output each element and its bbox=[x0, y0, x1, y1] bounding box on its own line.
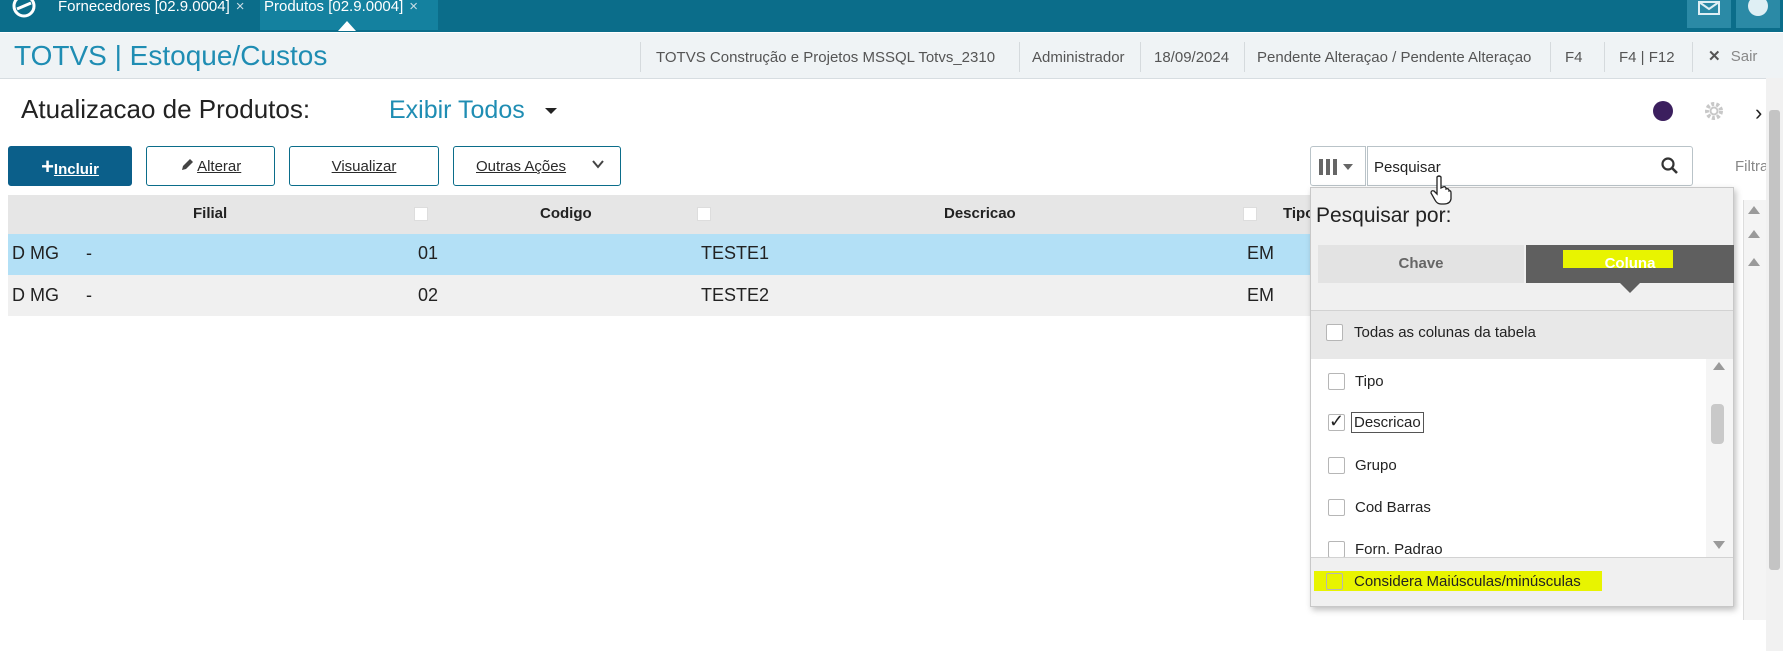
column-label: Grupo bbox=[1355, 457, 1397, 474]
table-row[interactable] bbox=[8, 275, 1320, 316]
cell-codigo: 01 bbox=[418, 243, 439, 263]
column-toggle-button[interactable] bbox=[1310, 146, 1366, 186]
header-divider bbox=[640, 42, 641, 72]
scroll-up-icon[interactable] bbox=[1748, 206, 1760, 214]
search-icon[interactable] bbox=[1660, 156, 1680, 176]
columns-icon bbox=[1319, 159, 1353, 175]
header-divider bbox=[1692, 42, 1693, 72]
alterar-button[interactable]: Alterar bbox=[146, 146, 275, 186]
sort-arrow-icon[interactable] bbox=[1243, 207, 1257, 221]
sort-arrow-icon[interactable] bbox=[414, 207, 428, 221]
case-sensitive-checkbox[interactable] bbox=[1326, 573, 1343, 590]
cell-filial: D MG bbox=[12, 285, 59, 305]
scroll-down-icon[interactable] bbox=[1713, 541, 1725, 549]
header-divider bbox=[1244, 42, 1245, 72]
mail-button[interactable] bbox=[1687, 0, 1731, 28]
page-scrollbar-thumb[interactable] bbox=[1769, 110, 1780, 570]
cell-descricao: TESTE2 bbox=[701, 285, 770, 305]
app-title: TOTVS | Estoque/Custos bbox=[14, 40, 328, 71]
tab-fornecedores[interactable]: Fornecedores [02.9.0004] × bbox=[52, 0, 251, 22]
scroll-up-icon[interactable] bbox=[1748, 230, 1760, 238]
tab-coluna-label: Coluna bbox=[1604, 255, 1656, 272]
case-sensitive-label: Considera Maiúsculas/minúsculas bbox=[1354, 573, 1581, 590]
column-checkbox-cod-barras[interactable] bbox=[1328, 499, 1345, 516]
cell-descricao: TESTE1 bbox=[701, 243, 770, 263]
sort-arrow-icon[interactable] bbox=[697, 207, 711, 221]
visualizar-button[interactable]: Visualizar bbox=[289, 146, 439, 186]
header-shortcut-f4[interactable]: F4 bbox=[1565, 49, 1583, 66]
plus-icon: + bbox=[41, 154, 54, 179]
column-checkbox-tipo[interactable] bbox=[1328, 373, 1345, 390]
search-input[interactable] bbox=[1374, 156, 1654, 178]
scroll-up-icon[interactable] bbox=[1748, 258, 1760, 266]
header-user[interactable]: Administrador bbox=[1032, 49, 1125, 66]
active-tab-indicator bbox=[1620, 283, 1640, 293]
close-icon: ✕ bbox=[1708, 48, 1721, 65]
header-date[interactable]: 18/09/2024 bbox=[1154, 49, 1229, 66]
column-checkbox-forn-padrao[interactable] bbox=[1328, 541, 1345, 558]
status-indicator-icon[interactable] bbox=[1653, 101, 1673, 121]
alterar-label: Alterar bbox=[197, 158, 242, 175]
header-divider bbox=[1140, 42, 1141, 72]
column-header-descricao[interactable]: Descricao bbox=[944, 205, 1016, 222]
header-shortcut-f4-f12[interactable]: F4 | F12 bbox=[1619, 49, 1675, 66]
header-company[interactable]: TOTVS Construção e Projetos MSSQL Totvs_… bbox=[656, 49, 995, 66]
header-divider bbox=[1550, 42, 1551, 72]
hand-cursor-icon bbox=[1430, 175, 1452, 205]
column-label: Forn. Padrao bbox=[1355, 541, 1443, 558]
column-checkbox-grupo[interactable] bbox=[1328, 457, 1345, 474]
outras-acoes-label: Outras Ações bbox=[476, 158, 567, 175]
cell-separator: - bbox=[86, 243, 92, 263]
column-list-scrollbar[interactable] bbox=[1706, 359, 1733, 557]
table-row[interactable] bbox=[8, 234, 1320, 275]
view-filter-select[interactable]: Exibir Todos bbox=[389, 96, 525, 125]
cell-separator: - bbox=[86, 285, 92, 305]
cell-tipo: EM bbox=[1247, 243, 1274, 263]
header-divider bbox=[1604, 42, 1605, 72]
all-columns-label: Todas as colunas da tabela bbox=[1354, 324, 1536, 341]
cell-codigo: 02 bbox=[418, 285, 439, 305]
page-title: Atualizacao de Produtos: bbox=[21, 94, 311, 124]
exit-button[interactable]: ✕ Sair bbox=[1708, 47, 1757, 65]
incluir-button[interactable]: +Incluir bbox=[8, 146, 132, 186]
tab-label: Produtos [02.9.0004] bbox=[264, 0, 404, 15]
close-icon[interactable]: › bbox=[1755, 100, 1762, 126]
tab-chave[interactable]: Chave bbox=[1318, 245, 1524, 283]
cell-filial: D MG bbox=[12, 243, 59, 263]
scroll-up-icon[interactable] bbox=[1713, 362, 1725, 370]
column-label: Descricao bbox=[1351, 412, 1424, 433]
close-tab-icon[interactable]: × bbox=[409, 0, 418, 15]
column-label: Cod Barras bbox=[1355, 499, 1431, 516]
filter-label[interactable]: Filtra bbox=[1735, 158, 1768, 175]
chevron-down-icon[interactable] bbox=[592, 158, 604, 170]
cell-tipo: EM bbox=[1247, 285, 1274, 305]
chevron-down-icon[interactable] bbox=[545, 108, 557, 114]
scrollbar-thumb[interactable] bbox=[1711, 404, 1724, 444]
panel-title: Pesquisar por: bbox=[1316, 204, 1452, 227]
help-icon bbox=[1748, 0, 1768, 16]
checkmark-icon: ✓ bbox=[1329, 411, 1345, 431]
mail-icon bbox=[1698, 1, 1720, 15]
active-tab-indicator bbox=[338, 21, 356, 31]
column-label: Tipo bbox=[1355, 373, 1384, 390]
header-divider bbox=[1019, 42, 1020, 72]
app-logo-icon[interactable] bbox=[8, 0, 40, 22]
gear-icon[interactable] bbox=[1703, 100, 1725, 122]
tab-label: Fornecedores [02.9.0004] bbox=[58, 0, 230, 15]
incluir-label: Incluir bbox=[53, 161, 99, 178]
help-button[interactable] bbox=[1736, 0, 1780, 28]
column-header-filial[interactable]: Filial bbox=[193, 205, 227, 222]
header-status[interactable]: Pendente Alteraçao / Pendente Alteraçao bbox=[1257, 49, 1531, 66]
all-columns-checkbox[interactable] bbox=[1326, 324, 1343, 341]
exit-label: Sair bbox=[1730, 48, 1758, 65]
pencil-icon bbox=[181, 159, 193, 170]
column-header-codigo[interactable]: Codigo bbox=[540, 205, 592, 222]
close-tab-icon[interactable]: × bbox=[236, 0, 245, 15]
